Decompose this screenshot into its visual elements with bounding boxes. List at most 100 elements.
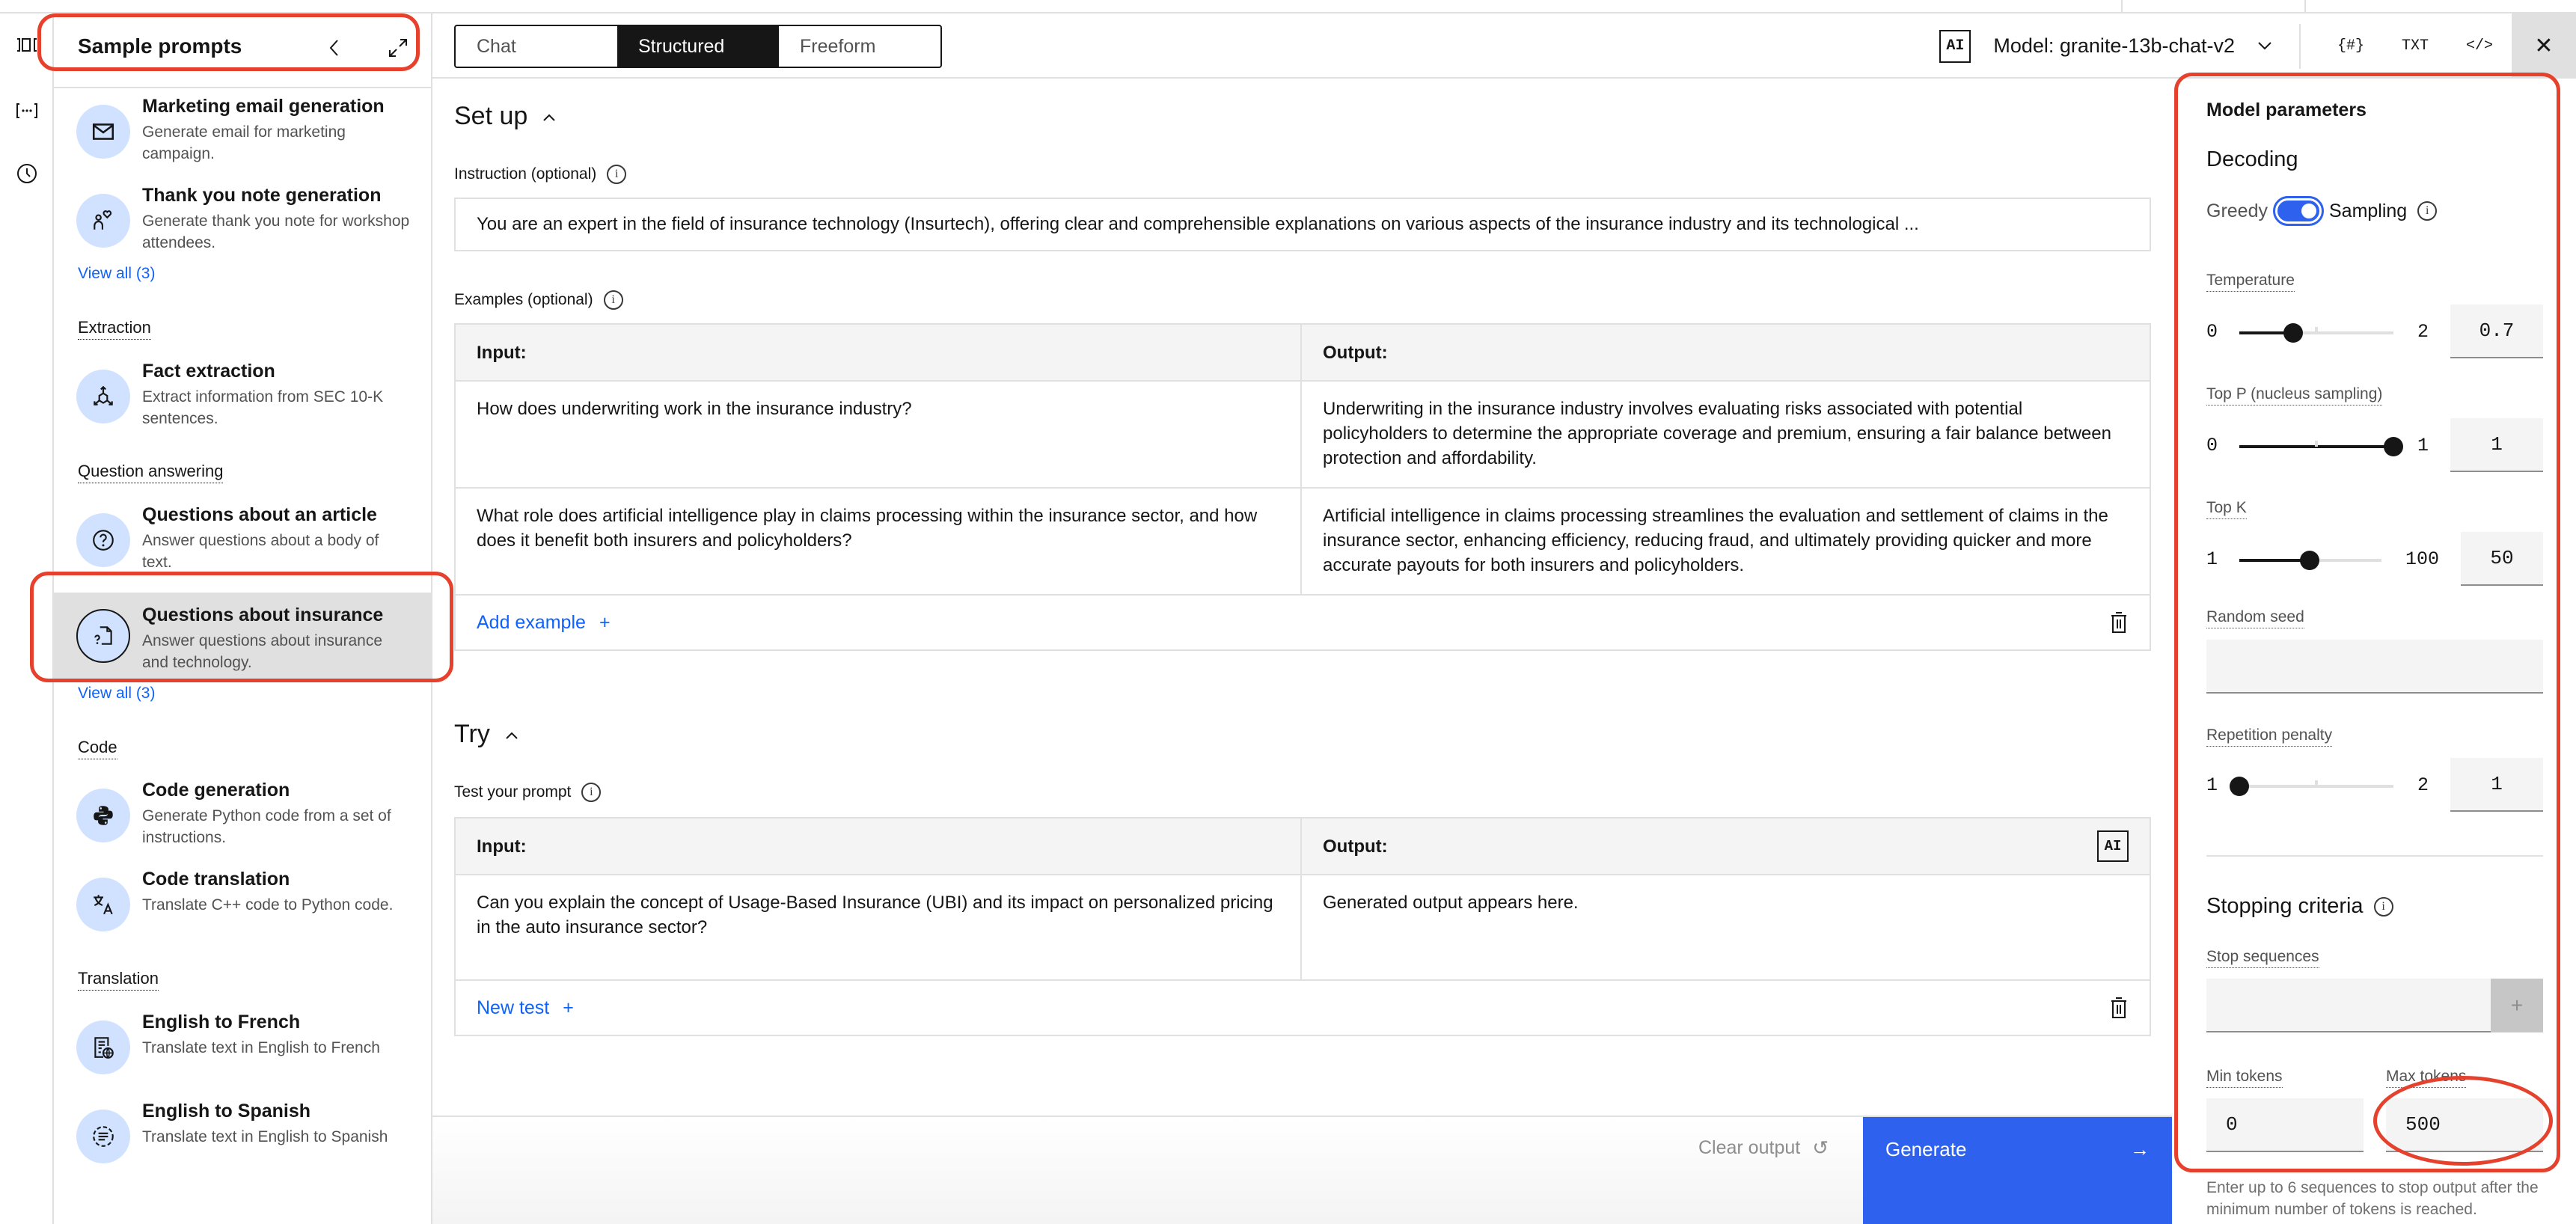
info-icon[interactable]: i (607, 165, 627, 184)
sample-item-fact-extraction[interactable]: Fact extraction Extract information from… (54, 361, 432, 462)
code-icon: </> (2465, 37, 2493, 55)
slider-max: 2 (2417, 774, 2429, 796)
sample-item-questions-article[interactable]: Questions about an article Answer questi… (54, 504, 432, 606)
slider-fill (2239, 559, 2310, 562)
expand-panel-button[interactable] (380, 30, 416, 66)
slider-min: 0 (2206, 321, 2218, 343)
slider-tick (2315, 327, 2318, 333)
test-input[interactable]: Can you explain the concept of Usage-Bas… (456, 875, 1302, 979)
prompt-variables-button[interactable]: {#} (2319, 13, 2383, 79)
category-question-answering: Question answering (78, 462, 224, 483)
slider-min: 1 (2206, 774, 2218, 796)
sample-desc: Generate email for marketing campaign. (142, 123, 346, 162)
try-title: Try (454, 720, 490, 748)
toggle-knob (2301, 204, 2316, 218)
view-text-button[interactable]: TXT (2383, 13, 2447, 79)
test-output: Generated output appears here. (1323, 893, 1579, 913)
close-parameters-button[interactable]: ✕ (2512, 13, 2576, 79)
sample-title: Code generation (142, 780, 290, 801)
random-seed-input[interactable] (2206, 640, 2543, 694)
output-header-text: Output: (1323, 836, 1388, 857)
sample-prompts-panel: Sample prompts Marketing email generatio… (54, 13, 432, 1224)
document-globe-icon (76, 1020, 130, 1074)
example-input[interactable]: How does underwriting work in the insura… (456, 382, 1302, 487)
tab-chat[interactable]: Chat (456, 26, 617, 67)
collapse-panel-button[interactable] (316, 30, 352, 66)
add-stop-sequence-button[interactable]: + (2491, 979, 2543, 1032)
slider-max: 1 (2417, 435, 2429, 456)
model-label: Model: granite-13b-chat-v2 (1993, 34, 2235, 57)
top-p-slider[interactable] (2239, 437, 2403, 456)
view-code-button[interactable]: </> (2447, 13, 2512, 79)
info-icon[interactable]: i (603, 290, 623, 310)
example-input[interactable]: What role does artificial intelligence p… (456, 489, 1302, 594)
chevron-up-icon (505, 725, 518, 744)
sample-title: Marketing email generation (142, 96, 385, 117)
setup-section-toggle[interactable]: Set up (454, 102, 556, 131)
tab-freeform[interactable]: Freeform (779, 26, 940, 67)
example-output[interactable]: Artificial intelligence in claims proces… (1302, 489, 2150, 594)
setup-title: Set up (454, 102, 528, 130)
model-selector[interactable]: Model: granite-13b-chat-v2 (1993, 34, 2272, 58)
tab-structured[interactable]: Structured (617, 26, 779, 67)
instruction-input[interactable]: You are an expert in the field of insura… (454, 198, 2151, 251)
toolbar-divider (2299, 23, 2301, 69)
decoding-toggle[interactable] (2272, 196, 2324, 226)
clear-output-button[interactable]: Clear output ↺ (1698, 1136, 1829, 1160)
try-section-toggle[interactable]: Try (454, 720, 518, 749)
repetition-penalty-input[interactable]: 1 (2450, 758, 2543, 812)
txt-icon: TXT (2401, 37, 2429, 55)
top-p-control: 0 1 1 (2206, 418, 2543, 475)
temperature-control: 0 2 0.7 (2206, 305, 2543, 361)
info-icon[interactable]: i (2417, 201, 2438, 221)
view-all-link[interactable]: View all (3) (78, 685, 155, 703)
delete-tests-icon[interactable] (2109, 997, 2129, 1019)
sample-item-english-french[interactable]: English to French Translate text in Engl… (54, 1012, 432, 1113)
max-tokens-input[interactable]: 500 (2386, 1098, 2543, 1152)
min-tokens-input[interactable]: 0 (2206, 1098, 2364, 1152)
delete-examples-icon[interactable] (2109, 611, 2129, 634)
left-rail (0, 13, 54, 1224)
top-k-slider[interactable] (2239, 551, 2381, 570)
stop-sequences-input[interactable]: + (2206, 979, 2543, 1032)
view-all-link[interactable]: View all (3) (78, 265, 155, 283)
examples-footer-row: Add example + (456, 596, 2150, 649)
top-k-control: 1 100 50 (2206, 532, 2543, 589)
sample-item-marketing-email[interactable]: Marketing email generation Generate emai… (54, 96, 432, 198)
python-icon (76, 789, 130, 842)
sample-title: Fact extraction (142, 361, 275, 382)
sample-desc: Answer questions about insurance and tec… (142, 632, 383, 671)
slider-thumb[interactable] (2230, 777, 2249, 796)
example-output[interactable]: Underwriting in the insurance industry i… (1302, 382, 2150, 487)
instruction-value: You are an expert in the field of insura… (477, 214, 1919, 234)
repetition-penalty-slider[interactable] (2230, 777, 2393, 796)
slider-thumb[interactable] (2300, 551, 2319, 570)
test-footer-row: New test + (456, 981, 2150, 1035)
thank-you-icon (76, 194, 130, 248)
temperature-slider[interactable] (2239, 323, 2393, 343)
add-example-button[interactable]: Add example + (477, 612, 611, 634)
top-k-input[interactable]: 50 (2461, 532, 2543, 586)
generate-button[interactable]: Generate → (1863, 1117, 2172, 1224)
slider-thumb[interactable] (2283, 323, 2303, 343)
compare-icon[interactable] (10, 28, 43, 61)
info-icon[interactable]: i (581, 783, 602, 802)
sample-item-questions-insurance[interactable]: Questions about insurance Answer questio… (54, 593, 432, 682)
sample-desc: Generate Python code from a set of instr… (142, 807, 391, 846)
temperature-input[interactable]: 0.7 (2450, 305, 2543, 358)
sample-item-english-spanish[interactable]: English to Spanish Translate text in Eng… (54, 1101, 432, 1202)
sample-title: English to French (142, 1012, 301, 1032)
sample-item-code-generation[interactable]: Code generation Generate Python code fro… (54, 780, 432, 881)
stop-sequences-label: Stop sequences (2206, 948, 2319, 968)
info-icon[interactable]: i (2373, 896, 2393, 917)
history-icon[interactable] (10, 157, 43, 190)
slider-thumb[interactable] (2384, 437, 2403, 456)
slider-tick (2315, 441, 2318, 447)
test-row: Can you explain the concept of Usage-Bas… (456, 875, 2150, 981)
top-strip-divider (2304, 0, 2306, 13)
variables-icon[interactable] (10, 94, 43, 127)
new-test-button[interactable]: New test + (477, 997, 574, 1019)
generate-label: Generate (1885, 1138, 1967, 1160)
sample-item-code-translation[interactable]: Code translation Translate C++ code to P… (54, 869, 432, 970)
top-p-input[interactable]: 1 (2450, 418, 2543, 472)
